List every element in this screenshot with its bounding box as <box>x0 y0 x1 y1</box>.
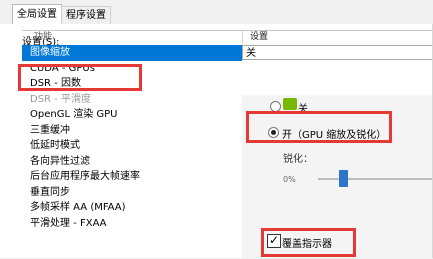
overlay-indicator-label[interactable]: 覆盖指示器 <box>282 235 332 250</box>
nvidia-icon <box>283 98 297 110</box>
tab-program-settings[interactable]: 程序设置 <box>61 6 111 24</box>
sharpen-slider-track[interactable] <box>318 178 433 180</box>
column-header-setting[interactable]: 设置 <box>250 31 268 44</box>
setting-value-dropdown[interactable]: 关 <box>242 45 433 60</box>
feature-row-mfaa[interactable]: 多帧采样 AA (MFAA) <box>22 200 242 216</box>
column-header-feature[interactable]: 功能 <box>34 31 52 44</box>
column-divider[interactable] <box>242 31 243 45</box>
scaling-on-radio[interactable] <box>268 127 279 138</box>
feature-row-fxaa[interactable]: 平滑处理 - FXAA <box>22 216 242 232</box>
feature-row-anisotropic-filtering[interactable]: 各向异性过滤 <box>22 154 242 170</box>
feature-row-triple-buffering[interactable]: 三重缓冲 <box>22 123 242 139</box>
sharpen-slider-thumb[interactable] <box>339 170 348 187</box>
scaling-off-radio[interactable] <box>270 101 281 112</box>
feature-row-dsr-factor[interactable]: DSR - 因数 <box>22 76 242 92</box>
tab-global-settings[interactable]: 全局设置 <box>12 4 62 25</box>
scaling-off-label[interactable]: 关 <box>298 100 308 115</box>
sharpen-label: 锐化： <box>283 154 313 165</box>
feature-row-cuda-gpus[interactable]: CUDA - GPUs <box>22 61 242 77</box>
scaling-on-label[interactable]: 开（GPU 缩放及锐化） <box>282 126 386 141</box>
feature-row-dsr-smoothness[interactable]: DSR - 平滑度 <box>22 92 242 108</box>
feature-row-background-max-fps[interactable]: 后台应用程序最大帧速率 <box>22 169 242 185</box>
feature-row-opengl-gpu[interactable]: OpenGL 渲染 GPU <box>22 107 242 123</box>
overlay-indicator-checkbox[interactable] <box>267 232 281 248</box>
feature-row-vsync[interactable]: 垂直同步 <box>22 185 242 201</box>
feature-row-image-scaling[interactable]: 图像缩放 <box>22 45 242 61</box>
tab-bar: 全局设置 程序设置 <box>0 0 433 25</box>
sharpen-value-text: 0% <box>283 175 296 184</box>
feature-list: 图像缩放 CUDA - GPUs DSR - 因数 DSR - 平滑度 Open… <box>22 45 242 231</box>
feature-row-low-latency[interactable]: 低延时模式 <box>22 138 242 154</box>
